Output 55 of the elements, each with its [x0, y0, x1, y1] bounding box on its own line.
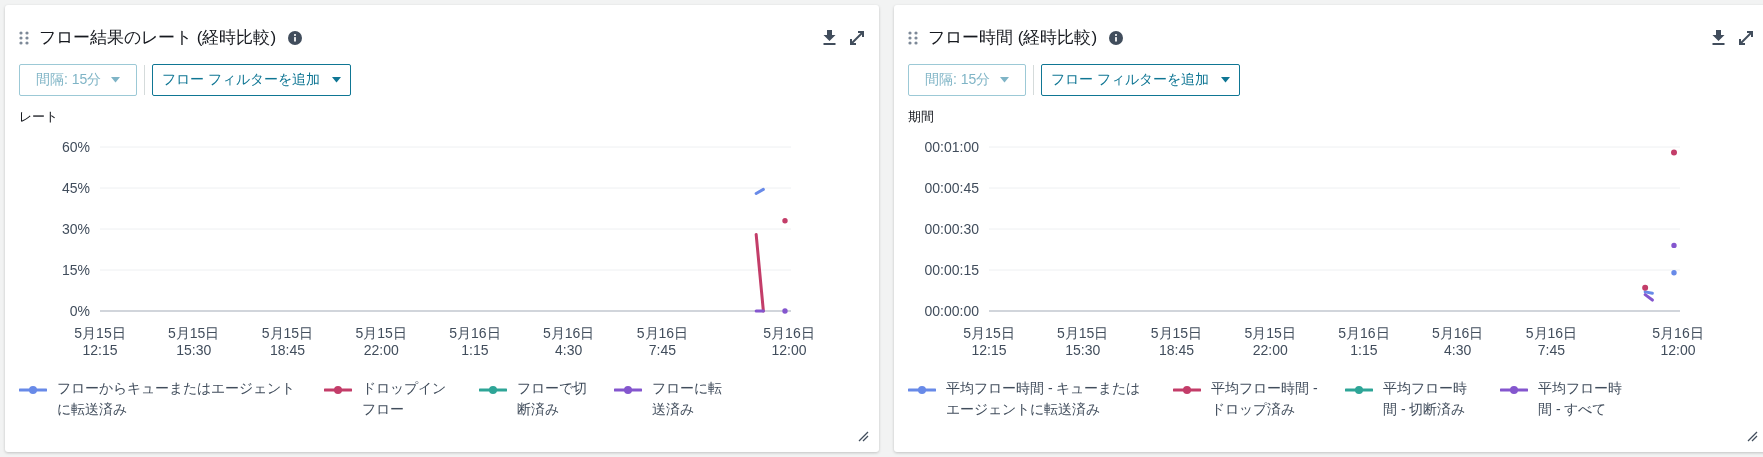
legend-label: フローで切断済み	[517, 379, 588, 419]
x-tick-label: 5月16日 12:00	[1652, 325, 1704, 358]
x-tick-label: 5月16日 1:15	[1338, 325, 1390, 358]
legend-label: 平均フロー時間 - 切断済み	[1383, 379, 1468, 419]
drag-handle-icon[interactable]	[908, 30, 918, 45]
y-tick-label: 15%	[61, 262, 90, 278]
x-tick-label: 5月16日 7:45	[636, 325, 689, 358]
caret-icon	[332, 76, 342, 83]
resize-handle-icon[interactable]	[858, 431, 869, 442]
caret-icon	[1000, 76, 1010, 83]
y-axis-title: レート	[19, 107, 58, 126]
x-tick-label: 5月15日 15:30	[168, 325, 220, 358]
widget-title: フロー時間 (経時比較)	[928, 27, 1098, 49]
legend-label: ドロップインフロー	[362, 379, 447, 419]
x-tick-label: 5月15日 12:15	[74, 325, 126, 358]
x-tick-label: 5月15日 18:45	[261, 325, 314, 358]
download-icon[interactable]	[1712, 30, 1725, 46]
x-tick-label: 5月15日 15:30	[1057, 325, 1109, 358]
drag-handle-icon[interactable]	[19, 30, 29, 45]
y-tick-label: 00:00:45	[924, 180, 979, 196]
y-tick-label: 00:00:15	[924, 262, 979, 278]
legend-label: 平均フロー時間 - すべて	[1538, 379, 1623, 419]
y-tick-label: 30%	[61, 221, 90, 237]
add-filter-dropdown[interactable]: フロー フィルターを追加	[152, 63, 352, 96]
x-tick-label: 5月15日 12:15	[963, 325, 1015, 358]
info-icon[interactable]	[1109, 30, 1124, 45]
caret-icon	[111, 76, 121, 83]
resize-handle-icon[interactable]	[1747, 431, 1758, 442]
y-tick-label: 45%	[61, 180, 90, 196]
caret-icon	[1221, 76, 1231, 83]
x-tick-label: 5月15日 22:00	[355, 325, 407, 358]
x-tick-label: 5月16日 12:00	[763, 325, 815, 358]
y-tick-label: 00:00:00	[924, 303, 979, 319]
x-tick-label: 5月16日 4:30	[1432, 325, 1484, 358]
x-tick-label: 5月16日 4:30	[543, 325, 595, 358]
legend-label: フローからキューまたはエージェントに転送済み	[57, 379, 296, 419]
widget-title: フロー結果のレート (経時比較)	[39, 27, 277, 49]
y-tick-label: 00:01:00	[924, 139, 979, 155]
y-tick-label: 60%	[61, 139, 90, 155]
y-tick-label: 00:00:30	[924, 221, 979, 237]
expand-icon[interactable]	[1738, 29, 1754, 46]
x-tick-label: 5月15日 22:00	[1244, 325, 1296, 358]
legend-label: 平均フロー時間 - ドロップ済み	[1211, 379, 1319, 419]
legend-label: フローに転送済み	[652, 379, 723, 419]
add-filter-dropdown[interactable]: フロー フィルターを追加	[1041, 63, 1241, 96]
y-axis-title: 期間	[908, 107, 934, 126]
x-tick-label: 5月16日 7:45	[1525, 325, 1578, 358]
info-icon[interactable]	[288, 30, 303, 45]
x-tick-label: 5月15日 18:45	[1150, 325, 1203, 358]
expand-icon[interactable]	[849, 29, 865, 46]
y-tick-label: 0%	[69, 303, 90, 319]
legend-label: 平均フロー時間 - キューまたはエージェントに転送済み	[946, 379, 1142, 419]
x-tick-label: 5月16日 1:15	[449, 325, 501, 358]
data-line	[754, 187, 765, 195]
download-icon[interactable]	[823, 30, 836, 46]
